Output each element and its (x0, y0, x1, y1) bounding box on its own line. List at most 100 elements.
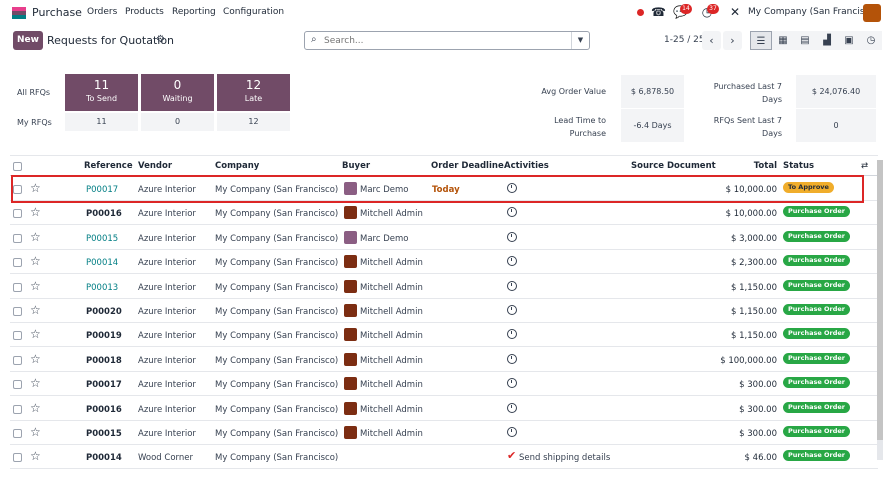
app-name[interactable]: Purchase (32, 6, 82, 19)
scrollbar-thumb[interactable] (877, 160, 883, 440)
list-view-icon[interactable]: ☰ (750, 31, 772, 50)
star-icon[interactable]: ☆ (30, 230, 41, 244)
activity-clock-icon[interactable] (507, 329, 517, 340)
pivot-view-icon[interactable]: ▤ (794, 31, 816, 50)
card-late[interactable]: 12 Late (217, 74, 290, 111)
star-icon[interactable]: ☆ (30, 352, 41, 366)
star-icon[interactable]: ☆ (30, 279, 41, 293)
gear-icon[interactable]: ⚙ (156, 34, 165, 45)
activity-clock-icon[interactable] (507, 231, 517, 242)
col-vendor[interactable]: Vendor (138, 161, 172, 171)
row-checkbox[interactable] (13, 355, 22, 365)
company-switcher[interactable]: My Company (San Francisco) (748, 7, 878, 17)
row-reference[interactable]: P00015 (86, 234, 118, 244)
pager-next-button[interactable]: › (723, 31, 742, 50)
activity-clock-icon[interactable] (507, 378, 517, 389)
menu-orders[interactable]: Orders (87, 7, 117, 17)
row-checkbox[interactable] (13, 404, 22, 414)
table-row[interactable]: ☆ P00015 Azure Interior My Company (San Fra… (10, 226, 878, 250)
graph-view-icon[interactable]: ▟ (816, 31, 838, 50)
row-reference[interactable]: P00017 (86, 380, 122, 390)
tools-icon[interactable]: ✕ (728, 5, 742, 19)
row-checkbox[interactable] (13, 331, 22, 341)
star-icon[interactable]: ☆ (30, 376, 41, 390)
menu-reporting[interactable]: Reporting (172, 7, 216, 17)
user-avatar[interactable] (863, 4, 881, 22)
row-checkbox[interactable] (13, 429, 22, 438)
star-icon[interactable]: ☆ (30, 327, 41, 341)
star-icon[interactable]: ☆ (30, 401, 41, 415)
table-row[interactable]: ☆ P00014 Wood Corner My Company (San Franci… (10, 445, 878, 470)
table-row[interactable]: ☆ P00019 Azure Interior My Company (San Fra… (10, 323, 878, 348)
check-icon[interactable]: ✔ (507, 449, 516, 462)
pager-value[interactable]: 1-25 / 25 (664, 35, 705, 45)
search-input[interactable] (324, 34, 564, 47)
menu-configuration[interactable]: Configuration (223, 7, 284, 17)
activity-clock-icon[interactable] (507, 207, 517, 218)
col-activities[interactable]: Activities (504, 161, 549, 171)
row-checkbox[interactable] (13, 380, 22, 390)
activity-clock-icon[interactable] (507, 280, 517, 291)
my-waiting[interactable]: 0 (141, 113, 214, 131)
my-late[interactable]: 12 (217, 113, 290, 131)
row-checkbox[interactable] (13, 307, 22, 316)
star-icon[interactable]: ☆ (30, 254, 41, 268)
avg-order-label: Avg Order Value (541, 87, 606, 96)
row-checkbox[interactable] (13, 233, 22, 243)
my-to-send[interactable]: 11 (65, 113, 138, 131)
activity-clock-icon[interactable] (507, 402, 517, 413)
col-source-document[interactable]: Source Document (631, 161, 716, 171)
phone-icon[interactable]: ☎ (651, 5, 666, 19)
card-waiting[interactable]: 0 Waiting (141, 74, 214, 111)
recording-dot-icon[interactable] (637, 9, 644, 16)
star-icon[interactable]: ☆ (30, 205, 41, 219)
activity-clock-icon[interactable] (507, 353, 517, 364)
col-status[interactable]: Status (783, 161, 814, 171)
row-checkbox[interactable] (13, 453, 22, 463)
table-row[interactable]: ☆ P00018 Azure Interior My Company (San Fra… (10, 348, 878, 372)
star-icon[interactable]: ☆ (30, 303, 41, 317)
row-reference[interactable]: P00015 (86, 429, 122, 439)
table-row[interactable]: ☆ P00014 Azure Interior My Company (San Fra… (10, 250, 878, 275)
col-order-deadline[interactable]: Order Deadline (431, 161, 504, 171)
table-row[interactable]: ☆ P00017 Azure Interior My Company (San Fra… (10, 372, 878, 397)
pager-previous-button[interactable]: ‹ (702, 31, 721, 50)
table-row[interactable]: ☆ P00013 Azure Interior My Company (San Fra… (10, 275, 878, 299)
row-reference[interactable]: P00016 (86, 209, 122, 219)
col-reference[interactable]: Reference (84, 161, 133, 171)
row-reference[interactable]: P00018 (86, 356, 122, 366)
table-row[interactable]: ☆ P00016 Azure Interior My Company (San Fra… (10, 201, 878, 226)
row-reference[interactable]: P00014 (86, 258, 118, 268)
menu-products[interactable]: Products (125, 7, 164, 17)
row-checkbox[interactable] (13, 209, 22, 219)
activity-clock-icon[interactable] (507, 256, 517, 267)
select-all-checkbox[interactable] (13, 162, 22, 171)
row-checkbox[interactable] (13, 258, 22, 268)
row-activity-text[interactable]: Send shipping details (519, 453, 610, 463)
activity-clock-icon[interactable] (507, 305, 517, 315)
search-bar[interactable]: ⌕ ▼ (304, 31, 590, 50)
table-row[interactable]: ☆ P00015 Azure Interior My Company (San Fra… (10, 421, 878, 445)
row-reference[interactable]: P00020 (86, 307, 122, 317)
table-row[interactable]: ☆ P00020 Azure Interior My Company (San Fra… (10, 299, 878, 323)
card-to-send[interactable]: 11 To Send (65, 74, 138, 111)
activity-view-icon[interactable]: ◷ (860, 31, 882, 50)
star-icon[interactable]: ☆ (30, 425, 41, 439)
purchase-app-icon[interactable] (12, 7, 26, 19)
row-reference[interactable]: P00016 (86, 405, 122, 415)
col-buyer[interactable]: Buyer (342, 161, 370, 171)
col-company[interactable]: Company (215, 161, 259, 171)
col-total[interactable]: Total (754, 161, 777, 171)
row-reference[interactable]: P00013 (86, 283, 118, 293)
star-icon[interactable]: ☆ (30, 449, 41, 463)
new-button[interactable]: New (13, 31, 43, 50)
chevron-down-icon[interactable]: ▼ (571, 32, 589, 49)
activity-clock-icon[interactable] (507, 427, 517, 437)
optional-columns-icon[interactable]: ⇄ (861, 161, 868, 171)
kanban-view-icon[interactable]: ▦ (772, 31, 794, 50)
row-checkbox[interactable] (13, 282, 22, 292)
table-row[interactable]: ☆ P00016 Azure Interior My Company (San Fra… (10, 397, 878, 421)
calendar-view-icon[interactable]: ▣ (838, 31, 860, 50)
row-reference[interactable]: P00014 (86, 453, 122, 463)
row-reference[interactable]: P00019 (86, 331, 122, 341)
